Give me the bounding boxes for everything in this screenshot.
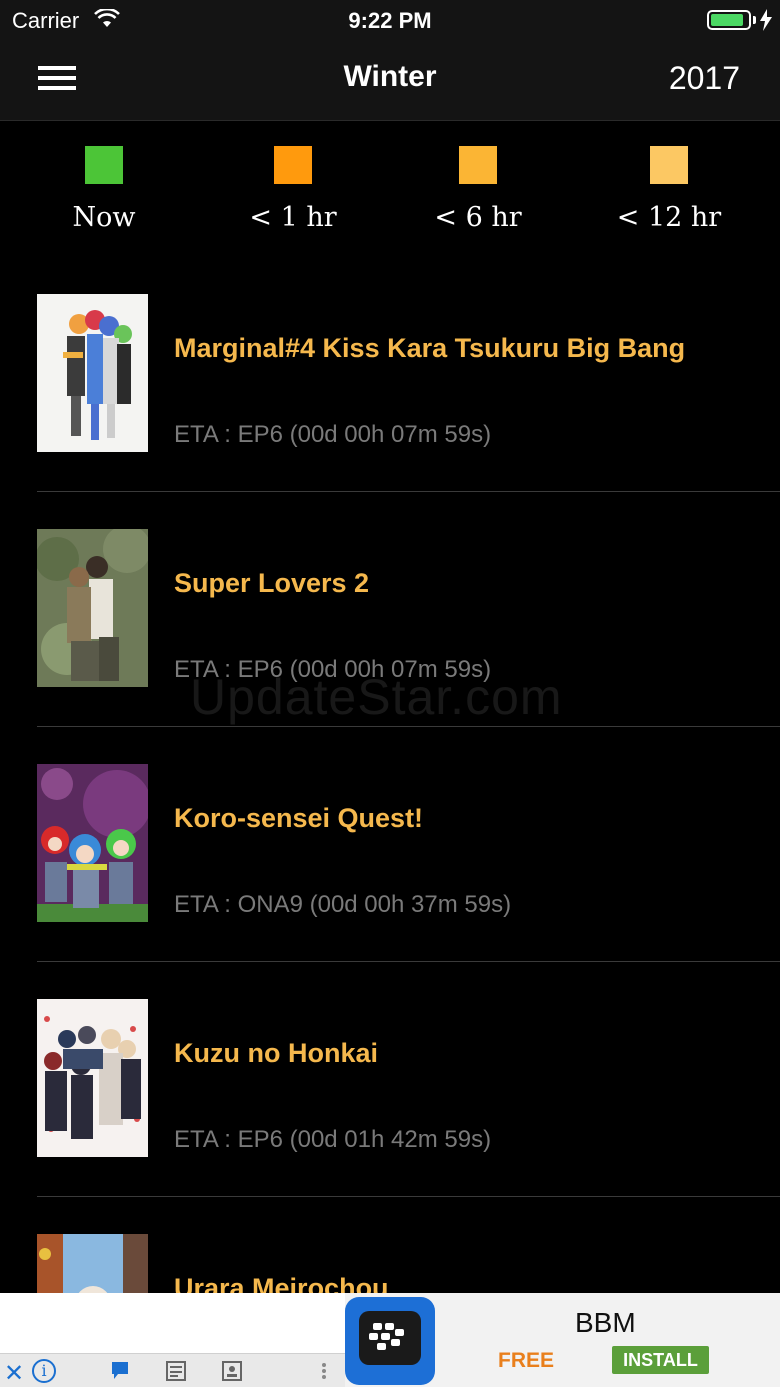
show-list[interactable]: Marginal#4 Kiss Kara Tsukuru Big Bang ET…: [0, 271, 780, 1293]
show-title: Super Lovers 2: [174, 568, 370, 598]
show-title: Urara Meirochou: [174, 1273, 389, 1293]
charging-bolt-icon: [760, 9, 772, 31]
show-poster: [37, 764, 148, 922]
legend-label: < 12 hr: [616, 202, 722, 233]
time-legend: Now < 1 hr < 6 hr < 12 hr: [0, 121, 780, 271]
status-bar: Carrier 9:22 PM: [0, 0, 780, 40]
list-item[interactable]: Marginal#4 Kiss Kara Tsukuru Big Bang ET…: [0, 271, 780, 506]
nav-bar: Winter 2017: [0, 40, 780, 121]
legend-swatch: [274, 146, 312, 184]
legend-item-12hr: < 12 hr: [594, 146, 744, 233]
show-poster: [37, 529, 148, 687]
ad-app-name: BBM: [575, 1307, 636, 1338]
battery-icon: [707, 10, 751, 30]
chat-bubble-icon: [112, 1362, 128, 1379]
clock: 9:22 PM: [348, 8, 432, 33]
row-divider: [37, 961, 780, 962]
bbm-logo-icon: [359, 1311, 421, 1365]
season-title: Winter: [343, 60, 437, 93]
list-item[interactable]: Koro-sensei Quest! ETA : ONA9 (00d 00h 3…: [0, 741, 780, 976]
more-vertical-icon[interactable]: [320, 1360, 328, 1382]
list-item[interactable]: Urara Meirochou: [0, 1211, 780, 1293]
year-label[interactable]: 2017: [669, 60, 740, 97]
row-divider: [37, 726, 780, 727]
contact-card-icon: [222, 1361, 242, 1381]
ad-install-button[interactable]: INSTALL: [612, 1346, 709, 1374]
legend-label: < 6 hr: [434, 202, 522, 233]
legend-swatch: [650, 146, 688, 184]
legend-item-6hr: < 6 hr: [403, 146, 553, 233]
show-title: Marginal#4 Kiss Kara Tsukuru Big Bang: [174, 333, 686, 363]
ad-info-icon[interactable]: i: [32, 1359, 56, 1383]
row-divider: [37, 1196, 780, 1197]
show-title: Koro-sensei Quest!: [174, 803, 424, 833]
legend-label: Now: [72, 202, 136, 233]
battery-level: [711, 14, 744, 26]
ad-price: FREE: [498, 1349, 555, 1372]
battery-nub: [753, 16, 756, 24]
legend-item-now: Now: [29, 146, 179, 233]
show-eta: ETA : EP6 (00d 00h 07m 59s): [174, 421, 492, 448]
bbm-app-icon[interactable]: [345, 1297, 435, 1385]
list-item[interactable]: Kuzu no Honkai ETA : EP6 (00d 01h 42m 59…: [0, 976, 780, 1211]
ad-banner[interactable]: ✕ i BBM FREE INSTALL: [0, 1293, 780, 1387]
legend-swatch: [85, 146, 123, 184]
show-title: Kuzu no Honkai: [174, 1038, 378, 1068]
show-poster: [37, 294, 148, 452]
row-divider: [37, 491, 780, 492]
show-poster: [37, 999, 148, 1157]
legend-label: < 1 hr: [249, 202, 337, 233]
legend-swatch: [459, 146, 497, 184]
news-icon: [166, 1361, 186, 1381]
watermark: UpdateStar.com: [190, 669, 563, 725]
legend-item-1hr: < 1 hr: [218, 146, 368, 233]
show-poster: [37, 1234, 148, 1293]
ad-close-icon[interactable]: ✕: [4, 1359, 24, 1387]
show-eta: ETA : EP6 (00d 01h 42m 59s): [174, 1126, 492, 1153]
show-eta: ETA : ONA9 (00d 00h 37m 59s): [174, 891, 512, 918]
